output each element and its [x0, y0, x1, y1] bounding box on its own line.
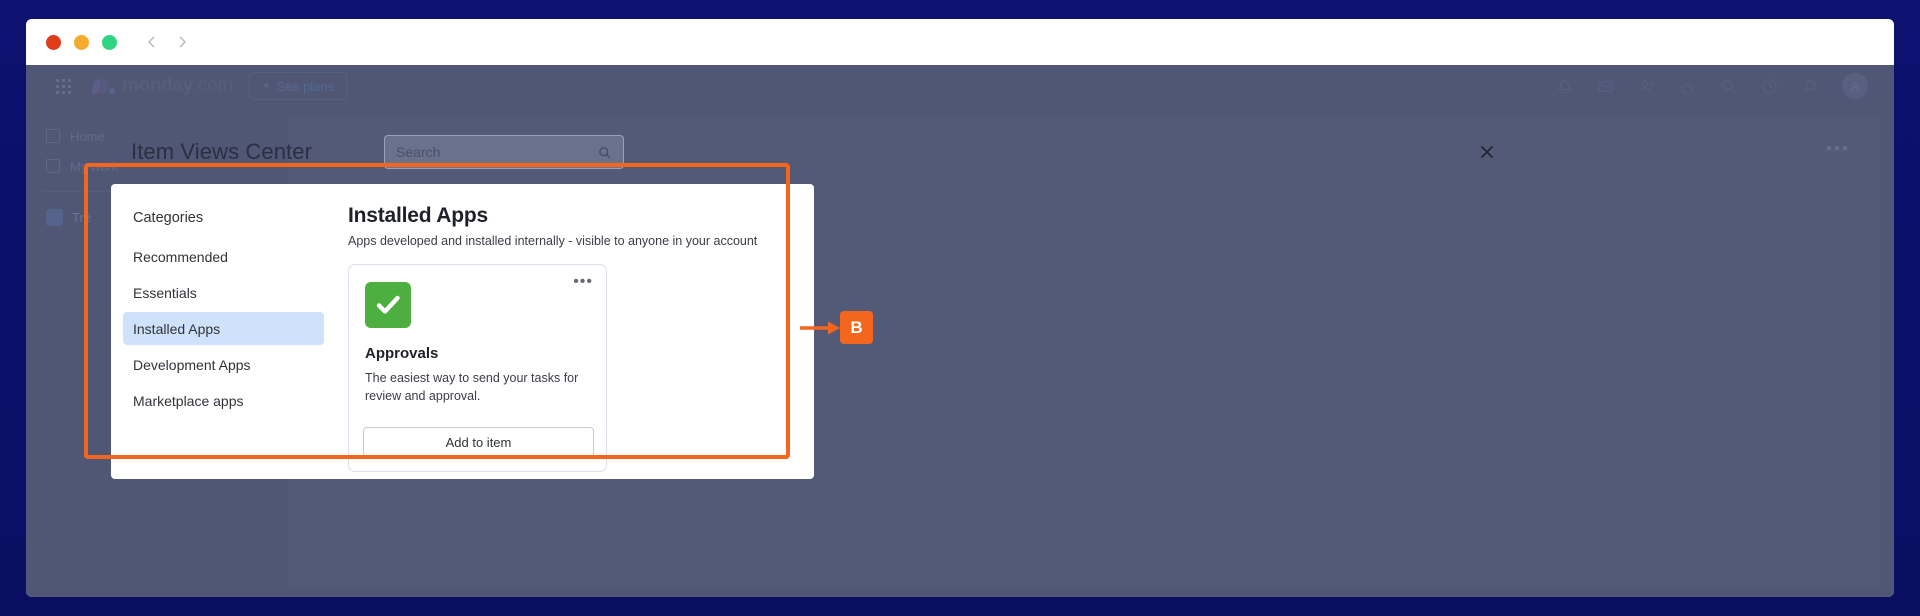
page-subtitle: Apps developed and installed internally … — [348, 234, 758, 248]
sidebar-item-label: Recommended — [133, 248, 228, 265]
window-controls — [46, 34, 117, 50]
browser-toolbar — [26, 19, 1894, 65]
modal-search[interactable] — [384, 135, 625, 169]
sidebar-item-label: Marketplace apps — [133, 392, 244, 409]
app-card-approvals[interactable]: ••• Approvals The easiest way to send yo… — [348, 264, 607, 472]
close-window-button[interactable] — [46, 34, 61, 50]
modal-title: Item Views Center — [131, 139, 313, 164]
sidebar-item-installed-apps[interactable]: Installed Apps — [123, 312, 324, 345]
item-views-center-modal: Item Views Center Categories Recommended… — [104, 119, 1518, 494]
back-chevron-icon[interactable] — [145, 35, 159, 49]
card-menu-icon[interactable]: ••• — [573, 273, 593, 291]
app-card-title: Approvals — [365, 345, 439, 362]
modal-body: Categories Recommended Essentials Instal… — [111, 184, 814, 479]
sidebar-item-label: Development Apps — [133, 356, 251, 373]
sidebar-item-development-apps[interactable]: Development Apps — [123, 348, 324, 381]
categories-header: Categories — [133, 209, 204, 226]
sidebar-item-label: Installed Apps — [133, 320, 221, 337]
minimize-window-button[interactable] — [74, 34, 89, 50]
annotation-label-b: B — [840, 311, 873, 344]
content-panel: Installed Apps Apps developed and instal… — [336, 184, 814, 479]
sidebar-item-label: Essentials — [133, 284, 197, 301]
sidebar-item-essentials[interactable]: Essentials — [123, 276, 324, 309]
search-input[interactable] — [396, 144, 598, 160]
sidebar-item-marketplace-apps[interactable]: Marketplace apps — [123, 384, 324, 417]
forward-chevron-icon[interactable] — [175, 35, 189, 49]
browser-navigation — [145, 35, 189, 49]
add-to-item-button[interactable]: Add to item — [363, 427, 594, 457]
green-checkmark-icon — [365, 282, 411, 328]
browser-window: monday.com ✦ See plans — [26, 19, 1894, 597]
app-card-description: The easiest way to send your tasks for r… — [365, 371, 579, 404]
page-title: Installed Apps — [348, 204, 488, 227]
modal-header: Item Views Center — [104, 119, 1518, 185]
sidebar-item-recommended[interactable]: Recommended — [123, 240, 324, 273]
search-icon[interactable] — [597, 145, 612, 160]
maximize-window-button[interactable] — [102, 34, 117, 50]
close-icon[interactable] — [1478, 143, 1496, 161]
categories-sidebar: Categories Recommended Essentials Instal… — [111, 184, 336, 479]
